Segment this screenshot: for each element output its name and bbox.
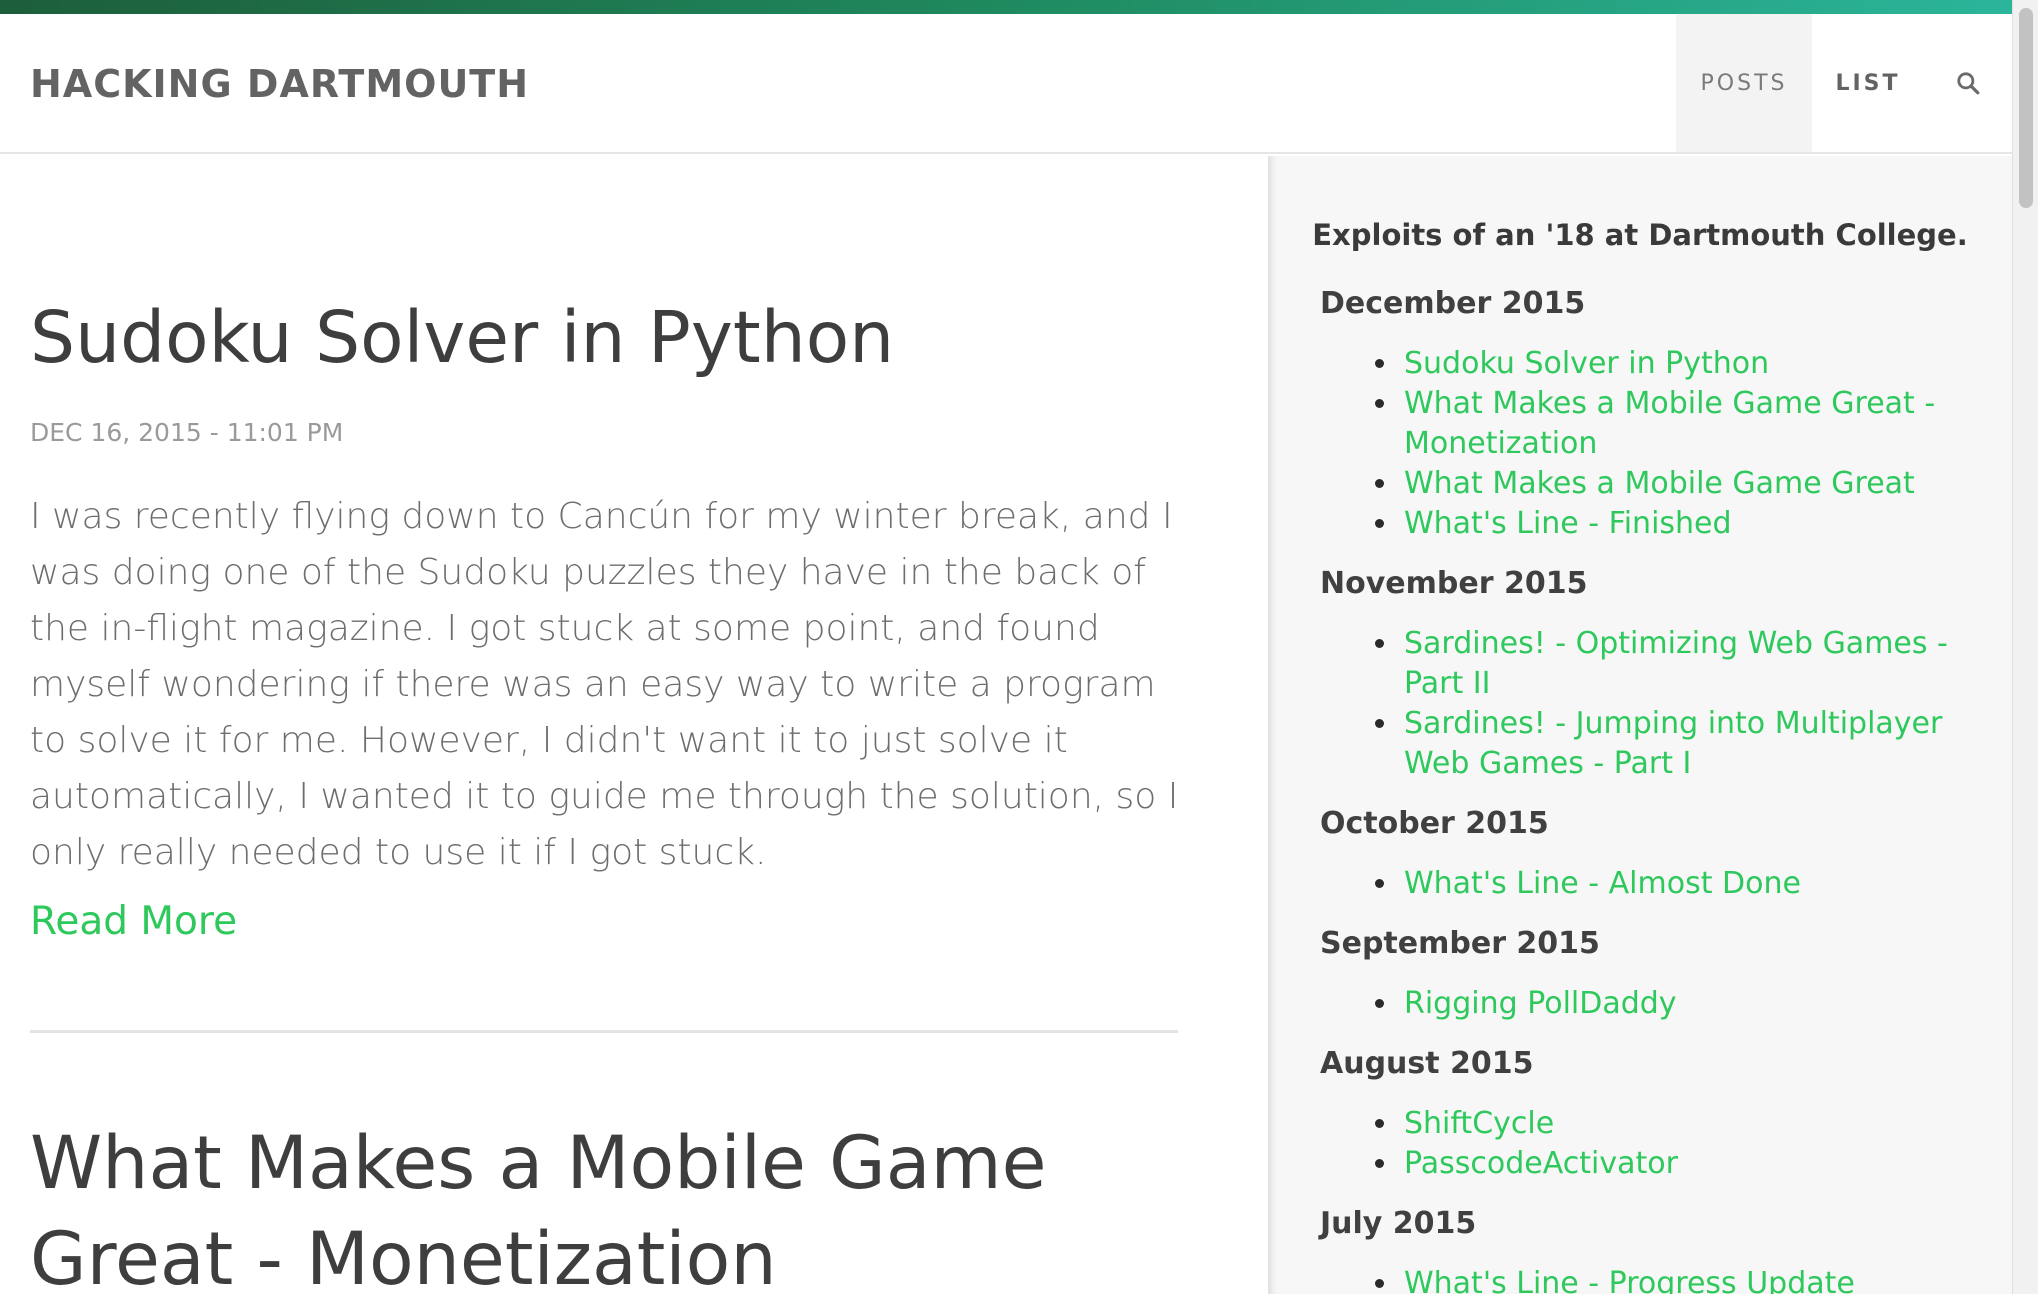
navbar: HACKING DARTMOUTH POSTS LIST: [0, 14, 2012, 154]
nav-posts[interactable]: POSTS: [1676, 14, 1812, 152]
archive-posts: What's Line - Almost Done: [1320, 864, 1980, 904]
main-content: Sudoku Solver in Python DEC 16, 2015 - 1…: [0, 156, 1268, 1294]
archive-post-link[interactable]: What Makes a Mobile Game Great - Monetiz…: [1404, 386, 1935, 461]
archive-post-link[interactable]: Sardines! - Optimizing Web Games - Part …: [1404, 626, 1948, 701]
archive-post-link[interactable]: PasscodeActivator: [1404, 1146, 1678, 1181]
archive-posts: Sardines! - Optimizing Web Games - Part …: [1320, 624, 1980, 784]
search-icon: [1957, 72, 1980, 95]
post-title[interactable]: What Makes a Mobile Game Great - Monetiz…: [30, 1116, 1210, 1294]
post-excerpt: I was recently flying down to Cancún for…: [30, 496, 1179, 873]
archive-post-item: Rigging PollDaddy: [1400, 984, 1980, 1024]
archive-post-link[interactable]: Sardines! - Jumping into Multiplayer Web…: [1404, 706, 1942, 781]
site-brand[interactable]: HACKING DARTMOUTH: [30, 62, 529, 106]
archive-month: August 2015: [1320, 1046, 1534, 1081]
archive-post-link[interactable]: What Makes a Mobile Game Great: [1404, 466, 1915, 501]
post-item: Sudoku Solver in Python DEC 16, 2015 - 1…: [30, 296, 1180, 944]
archive-posts: Rigging PollDaddy: [1320, 984, 1980, 1024]
post-date: DEC 16, 2015 - 11:01 PM: [30, 418, 344, 447]
archive-post-item: What's Line - Progress Update: [1400, 1264, 1980, 1294]
archive-month: October 2015: [1320, 806, 1549, 841]
archive-post-link[interactable]: Sudoku Solver in Python: [1404, 346, 1769, 381]
archive-post-link[interactable]: What's Line - Finished: [1404, 506, 1732, 541]
archive-post-link[interactable]: What's Line - Progress Update: [1404, 1266, 1855, 1294]
archive-month: December 2015: [1320, 286, 1586, 321]
archive-post-item: Sardines! - Jumping into Multiplayer Web…: [1400, 704, 1980, 784]
archive-post-item: Sardines! - Optimizing Web Games - Part …: [1400, 624, 1980, 704]
sidebar-tagline: Exploits of an '18 at Dartmouth College.: [1312, 218, 1968, 252]
archive-post-item: What Makes a Mobile Game Great - Monetiz…: [1400, 384, 1980, 464]
post-divider: [30, 1030, 1178, 1033]
post-title[interactable]: Sudoku Solver in Python: [30, 296, 1180, 380]
archive-post-link[interactable]: What's Line - Almost Done: [1404, 866, 1801, 901]
top-accent-bar: [0, 0, 2012, 14]
archive-month: September 2015: [1320, 926, 1600, 961]
read-more-link[interactable]: Read More: [30, 899, 237, 944]
archive-month: November 2015: [1320, 566, 1588, 601]
archive-posts: ShiftCycle PasscodeActivator: [1320, 1104, 1980, 1184]
archive-month: July 2015: [1320, 1206, 1477, 1241]
sidebar: Exploits of an '18 at Dartmouth College.…: [1268, 156, 2012, 1294]
nav-search-button[interactable]: [1924, 14, 2012, 152]
page: HACKING DARTMOUTH POSTS LIST Sudoku Solv…: [0, 0, 2038, 1294]
page-scrollbar[interactable]: [2012, 0, 2038, 1294]
archive-post-item: What's Line - Finished: [1400, 504, 1980, 544]
archive-list: December 2015 Sudoku Solver in Python Wh…: [1320, 284, 1980, 1294]
scrollbar-thumb[interactable]: [2019, 8, 2033, 208]
archive-post-link[interactable]: ShiftCycle: [1404, 1106, 1554, 1141]
archive-post-item: What Makes a Mobile Game Great: [1400, 464, 1980, 504]
archive-post-item: PasscodeActivator: [1400, 1144, 1980, 1184]
nav-list[interactable]: LIST: [1812, 14, 1924, 152]
archive-post-item: Sudoku Solver in Python: [1400, 344, 1980, 384]
archive-post-link[interactable]: Rigging PollDaddy: [1404, 986, 1677, 1021]
archive-posts: Sudoku Solver in Python What Makes a Mob…: [1320, 344, 1980, 544]
archive-posts: What's Line - Progress Update: [1320, 1264, 1980, 1294]
post-item: What Makes a Mobile Game Great - Monetiz…: [30, 1116, 1180, 1294]
archive-post-item: ShiftCycle: [1400, 1104, 1980, 1144]
archive-post-item: What's Line - Almost Done: [1400, 864, 1980, 904]
